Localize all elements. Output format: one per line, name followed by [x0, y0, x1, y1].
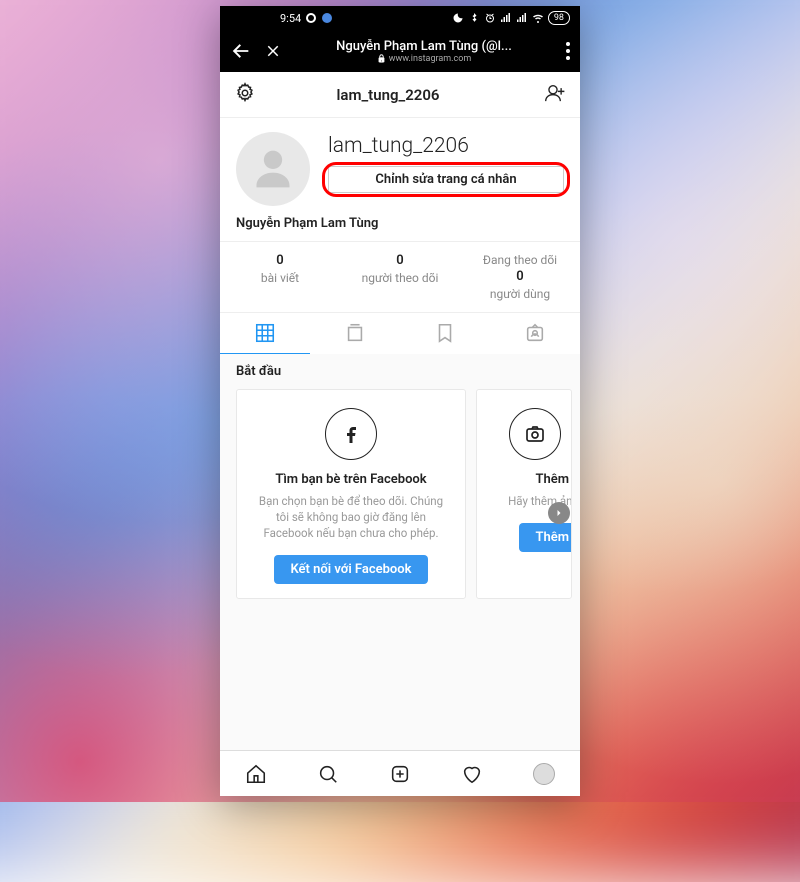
posts-count: 0 [220, 252, 340, 270]
following-count: 0 [460, 268, 580, 286]
wifi-icon [532, 12, 544, 24]
card-add-photo: Thêm ản Hãy thêm ản đ biết đ Thêm ản [476, 389, 572, 599]
photo-circle-icon [509, 408, 561, 460]
add-post-icon [389, 763, 411, 785]
bluetooth-icon [468, 12, 480, 24]
nav-home[interactable] [220, 751, 292, 796]
android-status-bar: 9:54 98 [220, 6, 580, 30]
tab-grid[interactable] [220, 313, 310, 354]
followers-count: 0 [340, 252, 460, 270]
discover-people-icon[interactable] [540, 80, 566, 110]
profile-tabs [220, 312, 580, 354]
mini-avatar-icon [533, 763, 555, 785]
tab-tagged[interactable] [490, 313, 580, 354]
app-header: lam_tung_2206 [220, 72, 580, 118]
card1-desc: Bạn chọn bạn bè để theo dõi. Chúng tôi s… [251, 493, 451, 541]
getting-started-section: Bắt đầu Tìm bạn bè trên Facebook Bạn chọ… [220, 354, 580, 750]
stat-following[interactable]: Đang theo dõi 0 người dùng [460, 252, 580, 302]
tagged-icon [524, 322, 546, 344]
stat-posts[interactable]: 0 bài viết [220, 252, 340, 302]
card-find-friends: Tìm bạn bè trên Facebook Bạn chọn bạn bè… [236, 389, 466, 599]
profile-row: lam_tung_2206 Chỉnh sửa trang cá nhân [220, 118, 580, 210]
following-unit: người dùng [490, 287, 550, 301]
stat-followers[interactable]: 0 người theo dõi [340, 252, 460, 302]
person-icon [251, 147, 295, 191]
browser-title: Nguyễn Phạm Lam Tùng (@l... www.instagra… [294, 39, 554, 64]
dnd-icon [452, 12, 464, 24]
card1-title: Tìm bạn bè trên Facebook [275, 472, 426, 487]
browser-bar: Nguyễn Phạm Lam Tùng (@l... www.instagra… [220, 30, 580, 72]
header-username: lam_tung_2206 [236, 86, 540, 104]
back-arrow-icon[interactable] [230, 40, 252, 62]
card-carousel[interactable]: Tìm bạn bè trên Facebook Bạn chọn bạn bè… [236, 389, 580, 599]
close-icon[interactable] [264, 42, 282, 60]
home-icon [245, 763, 267, 785]
bottom-nav [220, 750, 580, 796]
kebab-menu-icon[interactable] [566, 42, 570, 60]
signal-icon-1 [500, 12, 512, 24]
carousel-next-icon[interactable] [548, 502, 570, 524]
battery-indicator: 98 [548, 11, 570, 25]
add-photo-button[interactable]: Thêm ản [519, 523, 572, 552]
display-name: Nguyễn Phạm Lam Tùng [220, 210, 580, 241]
card2-title: Thêm ản [491, 472, 572, 487]
nav-activity[interactable] [436, 751, 508, 796]
heart-icon [461, 763, 483, 785]
tab-saved[interactable] [400, 313, 490, 354]
nav-profile[interactable] [508, 751, 580, 796]
grid-icon [254, 322, 276, 344]
posts-label: bài viết [261, 271, 299, 285]
followers-label: người theo dõi [362, 271, 439, 285]
status-app-icon-1 [305, 12, 317, 24]
signal-icon-2 [516, 12, 528, 24]
bookmark-icon [434, 322, 456, 344]
status-time: 9:54 [280, 12, 301, 25]
search-icon [317, 763, 339, 785]
nav-add[interactable] [364, 751, 436, 796]
profile-username: lam_tung_2206 [328, 134, 564, 158]
phone-frame: 9:54 98 Nguyễn Phạm Lam Tùng (@l... www.… [220, 6, 580, 796]
tab-feed[interactable] [310, 313, 400, 354]
section-title: Bắt đầu [236, 364, 580, 379]
feed-icon [344, 322, 366, 344]
avatar[interactable] [236, 132, 310, 206]
status-right: 98 [452, 11, 570, 25]
connect-facebook-button[interactable]: Kết nối với Facebook [274, 555, 427, 584]
nav-search[interactable] [292, 751, 364, 796]
alarm-icon [484, 12, 496, 24]
profile-info: lam_tung_2206 Chỉnh sửa trang cá nhân [328, 132, 564, 193]
edit-profile-button[interactable]: Chỉnh sửa trang cá nhân [328, 166, 564, 193]
stats-row: 0 bài viết 0 người theo dõi Đang theo dõ… [220, 241, 580, 312]
status-app-icon-2 [321, 12, 333, 24]
browser-url: www.instagram.com [294, 54, 554, 64]
following-header: Đang theo dõi [483, 253, 557, 267]
status-left: 9:54 [280, 12, 333, 25]
facebook-circle-icon [325, 408, 377, 460]
browser-page-title: Nguyễn Phạm Lam Tùng (@l... [294, 39, 554, 54]
